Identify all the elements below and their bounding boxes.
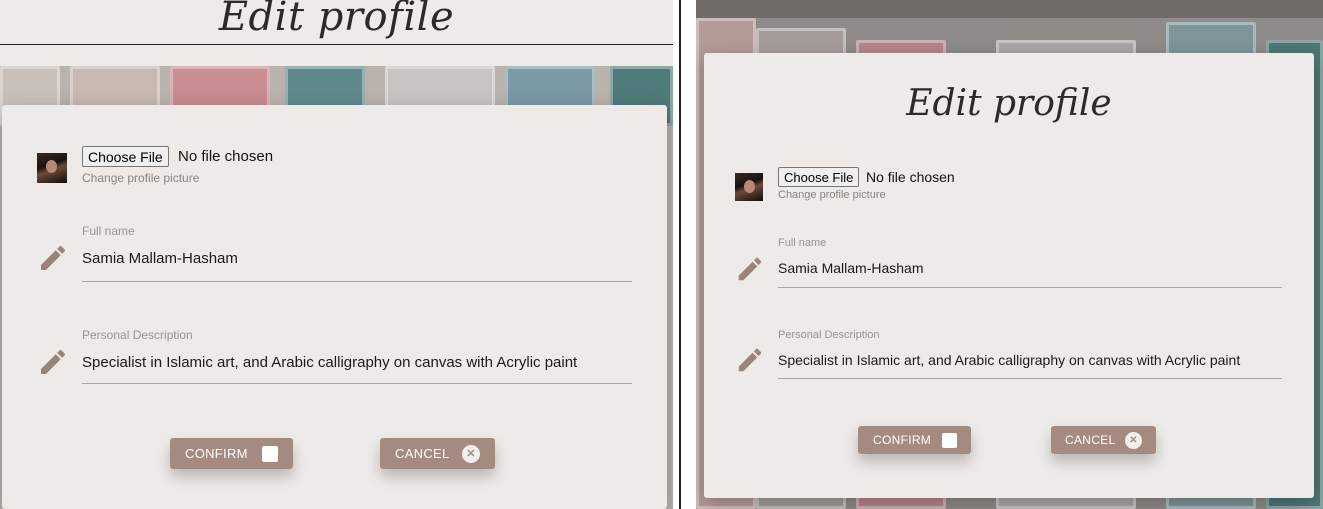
cancel-label: CANCEL: [1065, 433, 1116, 447]
cancel-label: CANCEL: [395, 446, 450, 461]
description-input[interactable]: Specialist in Islamic art, and Arabic ca…: [82, 354, 577, 371]
description-underline: [778, 378, 1282, 379]
cancel-button[interactable]: CANCEL ✕: [380, 438, 495, 469]
checkbox-icon: [262, 445, 278, 462]
full-name-input[interactable]: Samia Mallam-Hasham: [778, 260, 923, 276]
confirm-label: CONFIRM: [185, 446, 248, 461]
choose-file-button[interactable]: Choose File: [778, 167, 860, 187]
checkbox-icon: [942, 432, 957, 448]
cancel-button[interactable]: CANCEL ✕: [1051, 426, 1156, 454]
edit-profile-card: Choose File No file chosen Change profil…: [2, 105, 667, 509]
confirm-button[interactable]: CONFIRM: [858, 426, 971, 454]
full-name-label: Full name: [82, 224, 135, 238]
description-input[interactable]: Specialist in Islamic art, and Arabic ca…: [778, 352, 1240, 368]
description-label: Personal Description: [778, 329, 880, 341]
right-screenshot: Edit profile Choose File No file chosen …: [696, 0, 1323, 509]
change-picture-hint: Change profile picture: [82, 171, 200, 185]
screenshot-divider: [679, 0, 681, 509]
avatar: [37, 153, 67, 183]
full-name-label: Full name: [778, 237, 827, 249]
pencil-icon: [738, 257, 762, 281]
pencil-icon: [41, 245, 66, 270]
close-circle-icon: ✕: [1125, 431, 1142, 449]
pencil-icon: [41, 349, 66, 374]
header-divider: [0, 44, 673, 45]
edit-profile-card: Edit profile Choose File No file chosen …: [704, 53, 1314, 498]
full-name-input[interactable]: Samia Mallam-Hasham: [82, 250, 238, 267]
header: Edit profile: [0, 0, 673, 66]
avatar: [735, 173, 763, 201]
confirm-button[interactable]: CONFIRM: [170, 438, 293, 469]
description-label: Personal Description: [82, 328, 193, 342]
full-name-underline: [778, 287, 1282, 288]
left-screenshot: Edit profile Choose File No file chosen …: [0, 0, 673, 509]
close-circle-icon: ✕: [462, 444, 480, 463]
page-title: Edit profile: [906, 83, 1112, 124]
file-status: No file chosen: [866, 169, 955, 185]
choose-file-button[interactable]: Choose File: [82, 146, 169, 167]
confirm-label: CONFIRM: [873, 433, 932, 447]
page-title: Edit profile: [218, 0, 455, 40]
file-status: No file chosen: [178, 148, 274, 165]
description-underline: [82, 383, 632, 384]
pencil-icon: [738, 348, 762, 372]
change-picture-hint: Change profile picture: [778, 189, 886, 201]
full-name-underline: [82, 281, 632, 282]
